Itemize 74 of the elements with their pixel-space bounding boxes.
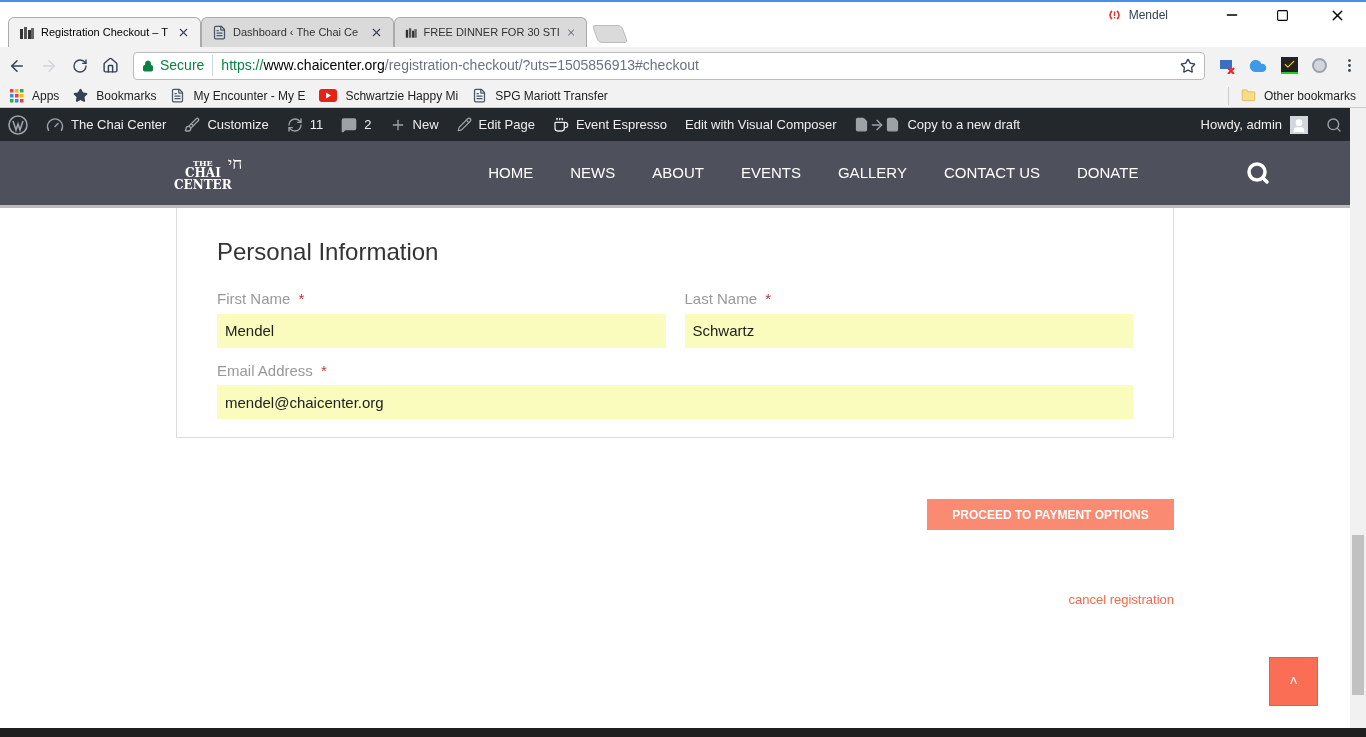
admin-bar-item[interactable]: Edit with Visual Composer (685, 114, 837, 135)
logo-text[interactable]: CENTER (174, 179, 232, 191)
pencil-icon (456, 117, 472, 132)
search-icon[interactable] (1326, 116, 1342, 133)
logo-text[interactable]: CHAI (184, 167, 221, 179)
url-text: https://www.chaicenter.org/registration-checkout/?uts=1505856913#checkout (221, 56, 699, 75)
brush-icon (184, 116, 201, 133)
field-label: First Name * (217, 289, 306, 309)
home-icon[interactable] (102, 57, 119, 74)
browser-tab[interactable]: Dashboard ‹ The Chai Ce (201, 17, 394, 47)
field-label: Email Address * (217, 360, 328, 381)
admin-bar-item[interactable]: 2 (341, 114, 372, 135)
admin-bar-item[interactable]: New (389, 114, 439, 135)
reload-icon[interactable] (72, 57, 88, 74)
tab-title: FREE DINNER FOR 30 STI (423, 25, 560, 41)
refresh-icon (286, 116, 303, 133)
tab-title: Dashboard ‹ The Chai Ce (233, 25, 360, 41)
section-heading: Personal Information (217, 237, 440, 267)
page-icon (170, 88, 186, 103)
nav-link[interactable]: EVENTS (740, 161, 801, 185)
bookmark-item[interactable]: Apps (10, 86, 60, 105)
nav-link[interactable]: CONTACT US (943, 161, 1040, 185)
greeting-link[interactable]: Howdy, admin (1200, 114, 1308, 135)
video-play-icon (319, 89, 338, 102)
admin-bar-item[interactable]: Customize (184, 114, 269, 135)
text-field[interactable]: Mendel (217, 313, 666, 348)
admin-bar-item[interactable]: Edit Page (456, 114, 535, 135)
profile-name[interactable]: Mendel (1128, 6, 1168, 24)
comment-icon (341, 116, 358, 133)
close-icon[interactable] (370, 26, 383, 39)
nav-link[interactable]: DONATE (1077, 161, 1139, 185)
sync-error-icon (1107, 9, 1121, 21)
logo-hebrew-mark[interactable]: חי (227, 155, 243, 172)
bookmark-item[interactable]: Bookmarks (73, 86, 157, 105)
admin-bar-item[interactable]: Event Espresso (552, 114, 667, 135)
bookmark-item[interactable]: My Encounter - My E (170, 86, 306, 105)
star-icon (73, 88, 89, 103)
close-icon[interactable] (177, 26, 190, 39)
avatar-icon (1290, 115, 1308, 134)
text-field[interactable]: Schwartz (684, 313, 1133, 348)
text-field[interactable]: mendel@chaicenter.org (217, 385, 1133, 419)
logo-icon (19, 24, 35, 41)
field-label: Last Name * (684, 289, 773, 309)
cup-icon (552, 116, 569, 133)
bookmark-star-icon[interactable] (1180, 57, 1196, 74)
address-bar[interactable]: Secure https://www.chaicenter.org/registration-checkout/?uts=1505856913#checkout (133, 51, 1205, 80)
admin-bar-item[interactable]: 11 (286, 114, 324, 135)
folder-icon (1240, 88, 1256, 103)
monitor-x-icon[interactable] (1219, 57, 1235, 74)
scrollbar[interactable] (1350, 108, 1366, 728)
admin-bar-item[interactable]: Copy to a new draft (854, 114, 1021, 135)
bookmark-item[interactable]: Other bookmarks (1227, 86, 1356, 105)
apps-grid-icon (10, 88, 24, 103)
page-arrow-page-icon (854, 116, 901, 133)
page-icon (212, 25, 227, 40)
page-icon (472, 88, 488, 103)
nav-link[interactable]: HOME (488, 161, 534, 185)
nav-link[interactable]: ABOUT (652, 161, 704, 185)
tab-title: Registration Checkout – T (41, 25, 169, 41)
browser-tab[interactable]: FREE DINNER FOR 30 STI (394, 17, 587, 47)
admin-bar-item[interactable]: The Chai Center (46, 114, 167, 135)
check-badge-icon[interactable] (1281, 57, 1298, 74)
gauge-icon (46, 115, 64, 134)
bookmark-item[interactable]: Schwartzie Happy Mi (319, 86, 459, 105)
lock-icon (142, 59, 154, 72)
nav-link[interactable]: GALLERY (837, 161, 907, 185)
secure-label: Secure (160, 55, 214, 76)
bookmark-item[interactable]: SPG Mariott Transfer (472, 86, 608, 105)
browser-tab[interactable]: Registration Checkout – T (8, 17, 201, 47)
wordpress-logo-icon[interactable] (8, 114, 28, 135)
logo-text[interactable]: THE (193, 159, 213, 167)
maximize-icon[interactable] (1276, 8, 1289, 22)
nav-link[interactable]: NEWS (570, 161, 616, 185)
search-icon[interactable] (1246, 161, 1271, 185)
